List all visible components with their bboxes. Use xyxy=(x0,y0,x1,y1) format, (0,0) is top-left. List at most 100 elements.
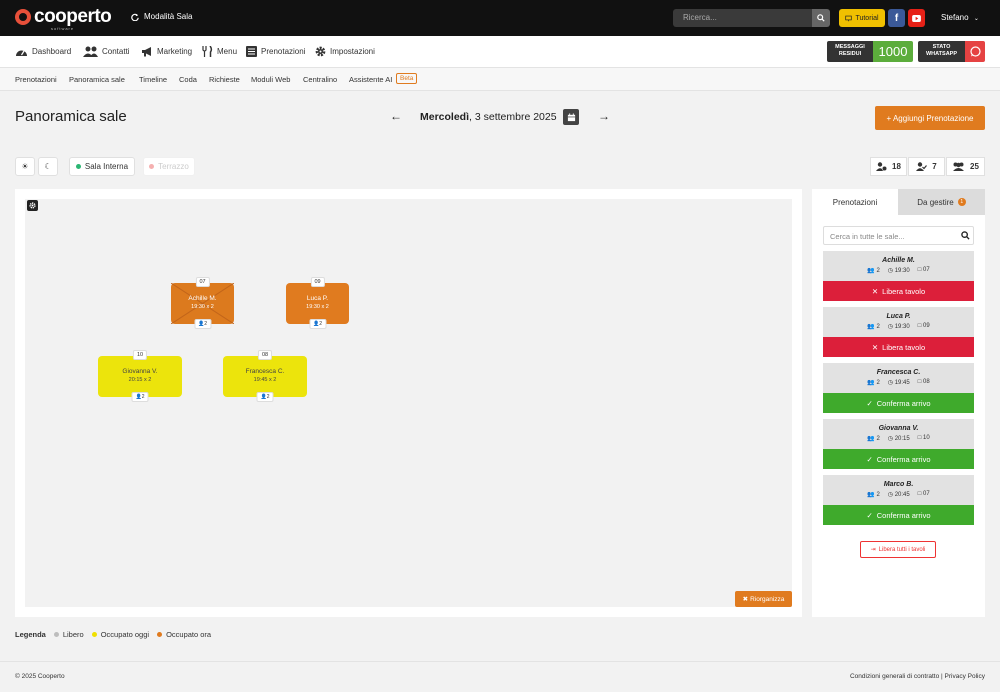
legend-ora-dot xyxy=(157,632,163,637)
cooperto-logo[interactable]: cooperto software xyxy=(15,7,112,31)
search-input[interactable]: Ricerca... xyxy=(673,9,812,27)
mode-toggle[interactable]: Modalità Sala xyxy=(131,12,192,21)
privacy-link[interactable]: Privacy Policy xyxy=(945,673,985,680)
nav-menu[interactable]: Menu xyxy=(202,46,237,57)
nav-marketing[interactable]: Marketing xyxy=(141,46,192,57)
reservation-table: □ 10 xyxy=(917,435,930,441)
room-terrazzo-label: Terrazzo xyxy=(158,162,189,171)
stat-to-arrive: 18 xyxy=(870,157,907,176)
table-08[interactable]: 08 Francesca C. 19:45 x 2 👤2 xyxy=(223,350,307,402)
room-tab-terrazzo[interactable]: Terrazzo xyxy=(143,157,195,176)
reservation-table-value: 08 xyxy=(923,379,930,385)
room-tab-sala-interna[interactable]: Sala Interna xyxy=(69,157,135,176)
table-guest-name: Luca P. xyxy=(306,295,329,302)
reorganize-label: Riorganizza xyxy=(750,595,785,603)
top-bar: cooperto software Modalità Sala Ricerca.… xyxy=(0,0,1000,36)
list-icon xyxy=(246,46,257,57)
nav-dashboard[interactable]: Dashboard xyxy=(15,46,71,57)
terms-link[interactable]: Condizioni generali di contratto xyxy=(850,673,939,680)
subnav-assistente-ai[interactable]: Assistente AI xyxy=(349,75,392,84)
tutorial-button[interactable]: Tutorial xyxy=(839,9,885,27)
check-icon: ✓ xyxy=(866,510,873,520)
check-icon: ✓ xyxy=(866,454,873,464)
confirm-arrival-button[interactable]: ✓ Conferma arrivo xyxy=(823,505,974,525)
reservation-card[interactable]: Achille M. 👥 2 ◷ 19:30 □ 07 ✕ Libera tavo… xyxy=(823,251,974,301)
confirm-arrival-label: Conferma arrivo xyxy=(876,510,931,520)
subnav-richieste[interactable]: Richieste xyxy=(209,75,240,84)
free-table-button[interactable]: ✕ Libera tavolo xyxy=(823,337,974,357)
youtube-button[interactable] xyxy=(908,9,925,27)
close-icon: ✕ xyxy=(871,286,879,296)
free-all-tables-button[interactable]: ⇥ Libera tutti i tavoli xyxy=(860,541,936,558)
stat-arrived: 7 xyxy=(908,157,945,176)
light-mode-button[interactable]: ☀ xyxy=(15,157,35,176)
reservation-people-value: 2 xyxy=(876,436,880,442)
table-seats: 👤2 xyxy=(193,319,212,329)
search-icon[interactable] xyxy=(961,231,970,240)
reservation-people: 👥 2 xyxy=(867,324,880,330)
reservation-card[interactable]: Marco B. 👥 2 ◷ 20:45 □ 07 ✓ Conferma arri… xyxy=(823,475,974,525)
subnav-moduli-web[interactable]: Moduli Web xyxy=(251,75,290,84)
calendar-button[interactable] xyxy=(563,109,579,125)
reservation-time-value: 19:30 xyxy=(894,268,910,274)
stat-arrived-value: 7 xyxy=(932,162,937,171)
legend-ora-label: Occupato ora xyxy=(166,630,212,639)
search-button[interactable] xyxy=(812,9,830,27)
table-number: 10 xyxy=(132,350,148,360)
check-icon: ✓ xyxy=(866,398,873,408)
subnav-centralino[interactable]: Centralino xyxy=(303,75,337,84)
table-07[interactable]: 07 Achille M. 19:30 x 2 👤2 xyxy=(171,277,234,329)
close-icon: ✕ xyxy=(871,342,879,352)
tab-prenotazioni[interactable]: Prenotazioni xyxy=(812,189,898,215)
nav-impostazioni-label: Impostazioni xyxy=(330,47,375,56)
reservation-search-input[interactable]: Cerca in tutte le sale... xyxy=(823,226,974,245)
confirm-arrival-button[interactable]: ✓ Conferma arrivo xyxy=(823,393,974,413)
exit-icon: ⇥ xyxy=(870,547,876,553)
reservation-name: Achille M. xyxy=(882,257,915,264)
reservation-table: □ 07 xyxy=(917,491,930,497)
tutorial-label: Tutorial xyxy=(855,14,879,22)
reservation-card[interactable]: Luca P. 👥 2 ◷ 19:30 □ 09 ✕ Libera tavolo xyxy=(823,307,974,357)
reservation-card[interactable]: Giovanna V. 👥 2 ◷ 20:15 □ 10 ✓ Conferma a… xyxy=(823,419,974,469)
nav-prenotazioni[interactable]: Prenotazioni xyxy=(246,46,305,57)
table-number: 09 xyxy=(310,277,325,287)
user-menu[interactable]: Stefano ⌄ xyxy=(941,13,979,22)
facebook-button[interactable]: f xyxy=(888,9,905,27)
reservation-card[interactable]: Francesca C. 👥 2 ◷ 19:45 □ 08 ✓ Conferma … xyxy=(823,363,974,413)
subnav-timeline[interactable]: Timeline xyxy=(139,75,167,84)
free-table-button[interactable]: ✕ Libera tavolo xyxy=(823,281,974,301)
add-reservation-button[interactable]: + Aggiungi Prenotazione xyxy=(875,106,985,130)
tab-da-gestire-label: Da gestire xyxy=(917,197,954,207)
sub-nav: Prenotazioni Panoramica sale Timeline Co… xyxy=(0,68,1000,91)
nav-prenotazioni-label: Prenotazioni xyxy=(261,47,306,56)
tab-da-gestire-badge: 1 xyxy=(957,198,966,206)
prev-day-button[interactable]: ← xyxy=(390,109,402,123)
subnav-panoramica[interactable]: Panoramica sale xyxy=(69,75,125,84)
reservation-meta: 👥 2 ◷ 19:30 □ 07 xyxy=(823,267,974,274)
nav-impostazioni[interactable]: Impostazioni xyxy=(315,46,375,57)
reservation-people-value: 2 xyxy=(876,268,880,274)
table-09[interactable]: 09 Luca P. 19:30 x 2 👤2 xyxy=(286,277,349,329)
stat-to-arrive-value: 18 xyxy=(892,162,901,171)
messages-remaining[interactable]: MESSAGGI RESIDUI 1000 xyxy=(827,41,913,62)
table-seats-value: 2 xyxy=(204,321,208,327)
whatsapp-status[interactable]: STATO WHATSAPP xyxy=(918,41,985,62)
subnav-prenotazioni[interactable]: Prenotazioni xyxy=(15,75,57,84)
facebook-icon: f xyxy=(894,12,899,24)
whatsapp-icon xyxy=(965,41,985,62)
reorganize-button[interactable]: ✖ Riorganizza xyxy=(735,591,792,607)
subnav-coda[interactable]: Coda xyxy=(179,75,197,84)
reservation-name: Francesca C. xyxy=(876,369,921,376)
legend-title: Legenda xyxy=(15,630,46,639)
reservation-table: □ 07 xyxy=(917,267,930,273)
confirm-arrival-button[interactable]: ✓ Conferma arrivo xyxy=(823,449,974,469)
floor-settings-button[interactable] xyxy=(27,200,38,211)
dark-mode-button[interactable]: ☾ xyxy=(38,157,58,176)
reservation-people-value: 2 xyxy=(876,492,880,498)
tab-da-gestire[interactable]: Da gestire 1 xyxy=(898,189,985,215)
table-10[interactable]: 10 Giovanna V. 20:15 x 2 👤2 xyxy=(98,350,182,402)
nav-contatti[interactable]: Contatti xyxy=(83,46,130,57)
megaphone-icon xyxy=(142,47,151,57)
reservation-time: ◷ 20:45 xyxy=(887,492,910,498)
next-day-button[interactable]: → xyxy=(598,109,610,123)
